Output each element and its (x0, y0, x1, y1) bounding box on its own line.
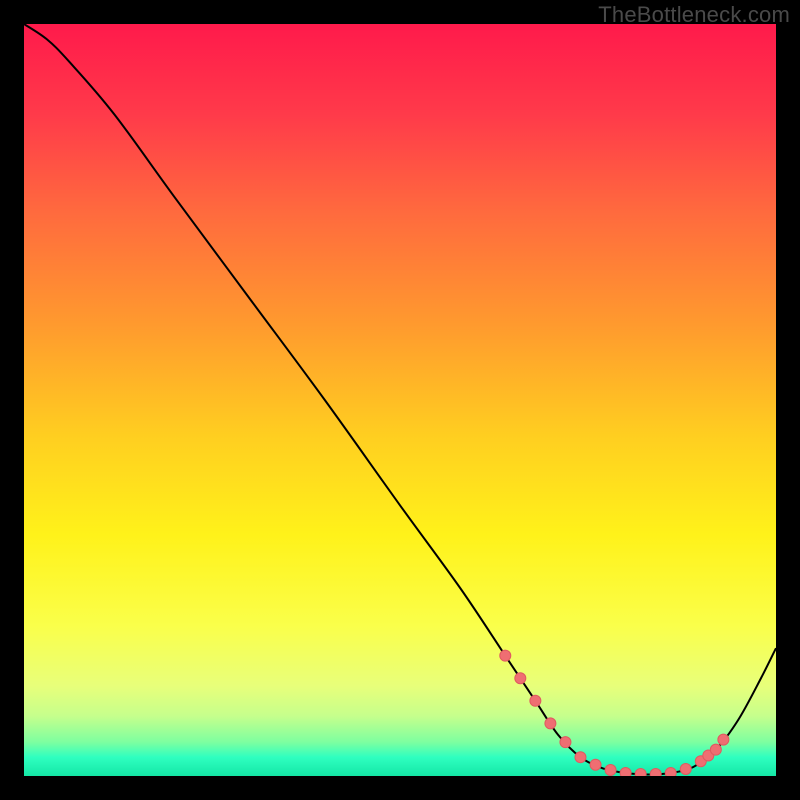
chart-frame: TheBottleneck.com (0, 0, 800, 800)
curve-marker (718, 734, 729, 745)
curve-marker (650, 768, 661, 776)
plot-area (24, 24, 776, 776)
curve-marker (710, 744, 721, 755)
curve-marker (500, 650, 511, 661)
curve-marker (530, 695, 541, 706)
curve-marker (515, 673, 526, 684)
curve-marker (665, 767, 676, 776)
curve-marker (575, 752, 586, 763)
curve-marker (620, 767, 631, 776)
gradient-background (24, 24, 776, 776)
curve-marker (545, 718, 556, 729)
curve-marker (560, 737, 571, 748)
watermark-text: TheBottleneck.com (598, 2, 790, 28)
chart-svg (24, 24, 776, 776)
curve-marker (605, 764, 616, 775)
curve-marker (680, 763, 691, 774)
curve-marker (590, 759, 601, 770)
curve-marker (635, 768, 646, 776)
